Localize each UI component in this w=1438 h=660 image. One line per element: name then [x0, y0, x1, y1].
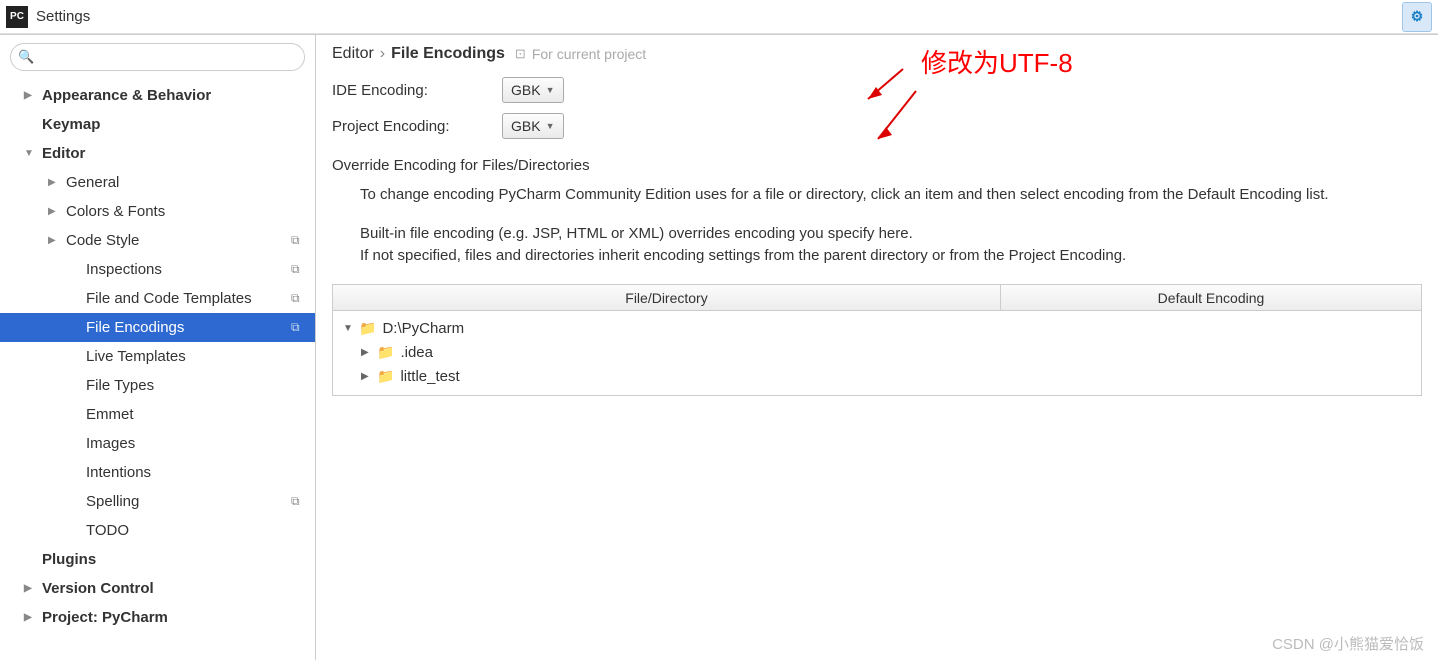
sidebar-item-spelling[interactable]: Spelling⧉	[0, 487, 315, 516]
file-label: little_test	[400, 368, 459, 385]
file-row[interactable]: 📁 little_test	[343, 365, 1411, 389]
sidebar-item-label: TODO	[86, 522, 307, 539]
ide-encoding-value: GBK	[511, 82, 541, 98]
watermark: CSDN @小熊猫爱恰饭	[1272, 633, 1424, 654]
breadcrumb-part2: File Encodings	[391, 45, 505, 63]
sidebar-item-label: File and Code Templates	[86, 290, 291, 307]
file-label: .idea	[400, 344, 433, 361]
project-scope-icon: ⧉	[291, 320, 307, 336]
sidebar-item-label: Emmet	[86, 406, 307, 423]
ide-encoding-dropdown[interactable]: GBK ▼	[502, 77, 564, 103]
help-p1: To change encoding PyCharm Community Edi…	[360, 184, 1422, 207]
chevron-down-icon: ▼	[546, 85, 555, 95]
project-scope-icon: ⧉	[291, 494, 307, 510]
sidebar-item-label: Live Templates	[86, 348, 307, 365]
override-title: Override Encoding for Files/Directories	[332, 157, 1422, 174]
sidebar-item-file-encodings[interactable]: File Encodings⧉	[0, 313, 315, 342]
sidebar-item-colors-fonts[interactable]: Colors & Fonts	[0, 197, 315, 226]
tree-arrow-icon	[361, 347, 375, 358]
tree-arrow-icon	[361, 371, 375, 382]
project-encoding-dropdown[interactable]: GBK ▼	[502, 113, 564, 139]
sidebar-item-label: File Types	[86, 377, 307, 394]
scope-icon: ⊡	[515, 46, 526, 62]
breadcrumb-part1: Editor	[332, 45, 374, 63]
project-scope-icon: ⧉	[291, 262, 307, 278]
project-scope-icon: ⧉	[291, 291, 307, 307]
search-icon: 🔍	[18, 49, 34, 65]
project-encoding-label: Project Encoding:	[332, 118, 502, 135]
sidebar-item-plugins[interactable]: Plugins	[0, 545, 315, 574]
project-encoding-value: GBK	[511, 118, 541, 134]
window-title: Settings	[36, 8, 90, 25]
sidebar-item-label: Project: PyCharm	[42, 609, 307, 626]
breadcrumb-separator: ›	[380, 45, 385, 63]
tree-arrow-icon	[48, 235, 62, 246]
app-icon: PC	[6, 6, 28, 28]
sidebar-item-appearance-behavior[interactable]: Appearance & Behavior	[0, 81, 315, 110]
sidebar-item-label: Code Style	[66, 232, 291, 249]
sidebar-item-label: Appearance & Behavior	[42, 87, 307, 104]
sidebar-item-label: Version Control	[42, 580, 307, 597]
sidebar-item-todo[interactable]: TODO	[0, 516, 315, 545]
folder-icon: 📁	[377, 368, 394, 385]
folder-icon: 📁	[359, 320, 376, 337]
sidebar-item-label: General	[66, 174, 307, 191]
sidebar-item-inspections[interactable]: Inspections⧉	[0, 255, 315, 284]
sidebar-item-label: Images	[86, 435, 307, 452]
help-p3: If not specified, files and directories …	[360, 245, 1422, 268]
settings-tree: Appearance & Behavior Keymap Editor General…	[0, 79, 315, 634]
file-row[interactable]: 📁 .idea	[343, 341, 1411, 365]
sidebar-item-code-style[interactable]: Code Style⧉	[0, 226, 315, 255]
tree-arrow-icon	[48, 177, 62, 188]
titlebar: PC Settings ⚙	[0, 0, 1438, 34]
breadcrumb-scope: For current project	[532, 46, 646, 62]
sidebar-item-editor[interactable]: Editor	[0, 139, 315, 168]
tree-arrow-icon	[48, 206, 62, 217]
sidebar-item-file-and-code-templates[interactable]: File and Code Templates⧉	[0, 284, 315, 313]
sidebar-item-version-control[interactable]: Version Control	[0, 574, 315, 603]
annotation-arrow-1	[538, 45, 908, 165]
sidebar-item-label: File Encodings	[86, 319, 291, 336]
tree-arrow-icon	[24, 148, 38, 159]
folder-icon: 📁	[377, 344, 394, 361]
sidebar-item-images[interactable]: Images	[0, 429, 315, 458]
help-p2: Built-in file encoding (e.g. JSP, HTML o…	[360, 223, 1422, 246]
sidebar-item-keymap[interactable]: Keymap	[0, 110, 315, 139]
tree-arrow-icon	[24, 90, 38, 101]
sidebar-item-general[interactable]: General	[0, 168, 315, 197]
annotation-text: 修改为UTF-8	[921, 43, 1073, 80]
tree-arrow-icon	[24, 583, 38, 594]
table-col-encoding[interactable]: Default Encoding	[1001, 285, 1421, 310]
sidebar-item-label: Editor	[42, 145, 307, 162]
ide-encoding-label: IDE Encoding:	[332, 82, 502, 99]
encoding-table: File/Directory Default Encoding 📁 D:\PyCh…	[332, 284, 1422, 396]
sidebar-item-label: Inspections	[86, 261, 291, 278]
file-label: D:\PyCharm	[382, 320, 464, 337]
sidebar-item-project-pycharm[interactable]: Project: PyCharm	[0, 603, 315, 632]
sidebar-item-label: Spelling	[86, 493, 291, 510]
tree-arrow-icon	[24, 612, 38, 623]
search-input[interactable]	[10, 43, 305, 71]
sidebar-item-label: Intentions	[86, 464, 307, 481]
sidebar: 🔍 Appearance & Behavior Keymap Editor Gener…	[0, 35, 316, 660]
sidebar-item-live-templates[interactable]: Live Templates	[0, 342, 315, 371]
breadcrumb: Editor › File Encodings ⊡ For current pr…	[332, 45, 1422, 63]
table-col-file[interactable]: File/Directory	[333, 285, 1001, 310]
toolbox-icon[interactable]: ⚙	[1402, 2, 1432, 32]
sidebar-item-label: Colors & Fonts	[66, 203, 307, 220]
content-panel: Editor › File Encodings ⊡ For current pr…	[316, 35, 1438, 660]
table-body: 📁 D:\PyCharm 📁 .idea 📁 little_test	[333, 311, 1421, 395]
chevron-down-icon: ▼	[546, 121, 555, 131]
sidebar-item-intentions[interactable]: Intentions	[0, 458, 315, 487]
file-row[interactable]: 📁 D:\PyCharm	[343, 317, 1411, 341]
tree-arrow-icon	[343, 323, 357, 334]
sidebar-item-emmet[interactable]: Emmet	[0, 400, 315, 429]
project-scope-icon: ⧉	[291, 233, 307, 249]
help-text: To change encoding PyCharm Community Edi…	[360, 184, 1422, 268]
sidebar-item-file-types[interactable]: File Types	[0, 371, 315, 400]
sidebar-item-label: Plugins	[42, 551, 307, 568]
sidebar-item-label: Keymap	[42, 116, 307, 133]
